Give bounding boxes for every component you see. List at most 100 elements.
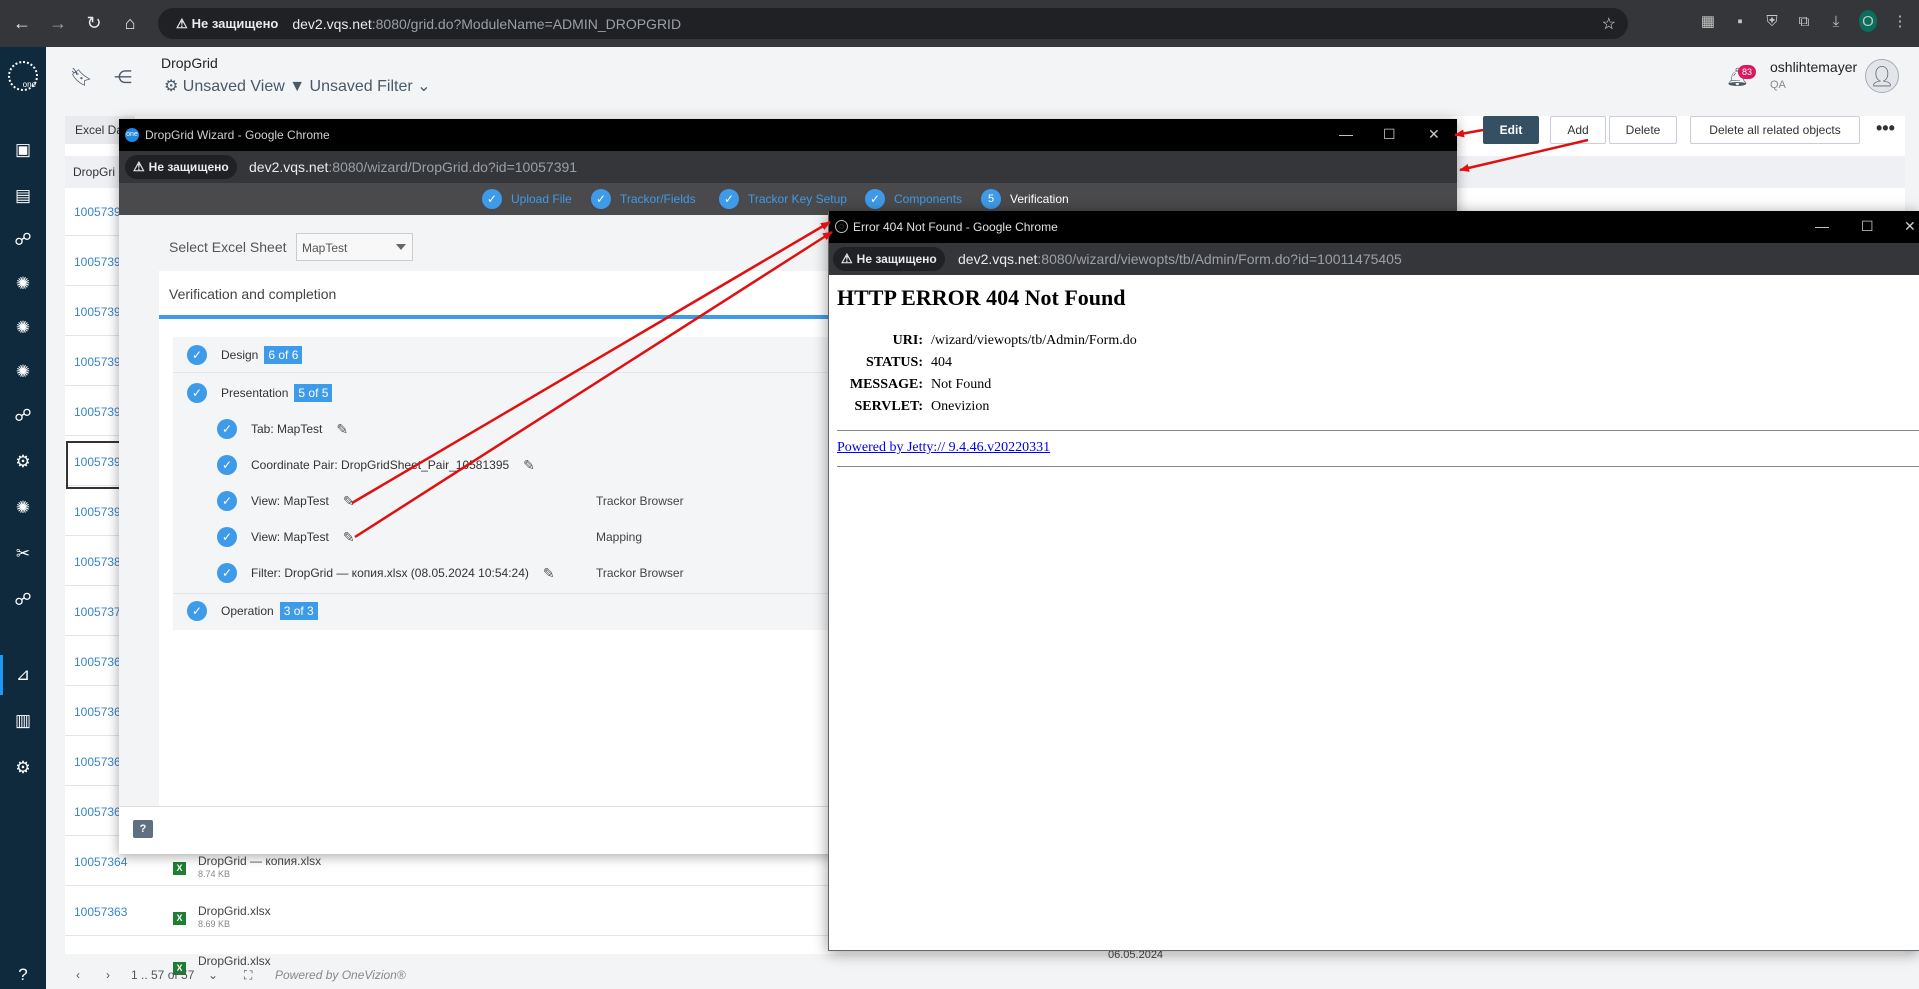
security-chip[interactable]: ⚠ Не защищено [833, 247, 945, 271]
view-item[interactable]: ✓ View: MapTest ✎ [217, 491, 355, 511]
minimize-icon[interactable]: — [1339, 126, 1353, 142]
row-id-link[interactable]: 1005739 [74, 505, 121, 519]
row-id-link[interactable]: 1005739 [74, 205, 121, 219]
chevron-down-icon[interactable]: ⌄ [208, 968, 218, 982]
browser-menu-icon[interactable]: ⋮ [1891, 12, 1909, 30]
step-verification[interactable]: 5 Verification [981, 189, 1069, 209]
view-item[interactable]: ✓ View: MapTest ✎ [217, 527, 355, 547]
edit-pencil-icon[interactable]: ✎ [543, 565, 555, 582]
help-question-icon[interactable]: ? [133, 820, 153, 838]
step-upload-file[interactable]: ✓ Upload File [482, 189, 572, 209]
help-icon[interactable]: ? [11, 964, 35, 986]
maximize-icon[interactable]: ☐ [1861, 218, 1874, 235]
bug-icon-4[interactable]: ✺ [11, 497, 35, 519]
extension-shield-icon[interactable]: ⛨ [1763, 13, 1781, 30]
more-options-icon[interactable]: ••• [1876, 118, 1895, 139]
close-icon[interactable]: ✕ [1904, 218, 1916, 235]
step-trackor-fields[interactable]: ✓ Trackor/Fields [591, 189, 696, 209]
column-header-dropgrid[interactable]: DropGri [73, 165, 115, 179]
row-id-link[interactable]: 1005738 [74, 555, 121, 569]
extension-grid-icon[interactable]: ▦ [1699, 12, 1717, 30]
address-bar[interactable]: ⚠ Не защищено dev2.vqs.net:8080/grid.do?… [158, 8, 1628, 39]
user-name[interactable]: oshlihtemayer [1770, 59, 1857, 75]
satellite-icon-3[interactable]: ☍ [11, 589, 35, 611]
edit-pencil-icon[interactable]: ✎ [336, 421, 348, 438]
prev-page-icon[interactable]: ‹ [76, 968, 80, 982]
next-page-icon[interactable]: › [106, 968, 110, 982]
row-id-link[interactable]: 1005739 [74, 305, 121, 319]
view-filter-selector[interactable]: ⚙ Unsaved View ▼ Unsaved Filter ⌄ [164, 76, 431, 96]
row-id-link[interactable]: 1005736 [74, 755, 121, 769]
row-id-link[interactable]: 1005739 [74, 255, 121, 269]
error-url[interactable]: dev2.vqs.net:8080/wizard/viewopts/tb/Adm… [958, 251, 1402, 267]
coordinate-pair-item[interactable]: ✓ Coordinate Pair: DropGridSheet_Pair_105… [217, 455, 535, 475]
onevizion-logo[interactable]: one [8, 61, 38, 91]
delete-button[interactable]: Delete [1609, 116, 1677, 144]
user-avatar[interactable]: 👤︎ [1865, 59, 1899, 93]
reload-icon[interactable]: ↻ [80, 10, 108, 38]
view-label[interactable]: Unsaved View [183, 78, 285, 95]
chevron-down-icon[interactable]: ⌄ [417, 78, 430, 95]
wizard-url[interactable]: dev2.vqs.net:8080/wizard/DropGrid.do?id=… [249, 159, 577, 175]
download-icon[interactable]: ⤓ [1827, 13, 1845, 30]
design-item[interactable]: ✓ Design 6 of 6 [187, 345, 303, 365]
file-name[interactable]: DropGrid — копия.xlsx [198, 854, 321, 868]
security-chip[interactable]: ⚠ Не защищено [125, 155, 237, 179]
satellite-icon[interactable]: ☍ [11, 229, 35, 251]
security-chip[interactable]: ⚠ Не защищено [168, 12, 286, 36]
extension-dots-icon[interactable]: ▪ [1731, 13, 1749, 30]
delete-related-button[interactable]: Delete all related objects [1690, 116, 1860, 144]
profile-avatar[interactable]: O [1859, 10, 1877, 32]
filter-item[interactable]: ✓ Filter: DropGrid — копия.xlsx (08.05.20… [217, 563, 555, 583]
satellite-icon-2[interactable]: ☍ [11, 405, 35, 427]
step-trackor-key-setup[interactable]: ✓ Trackor Key Setup [719, 189, 847, 209]
extensions-puzzle-icon[interactable]: ⧉ [1795, 13, 1813, 30]
wrench-icon[interactable]: ✂ [11, 543, 35, 565]
book-icon[interactable]: ▣ [11, 139, 35, 161]
notifications-badge: 83 [1738, 65, 1757, 79]
row-id-link[interactable]: 10057363 [74, 905, 127, 919]
home-icon[interactable]: ⌂ [116, 10, 144, 38]
page-range[interactable]: 1 .. 57 of 57 [131, 968, 194, 982]
sheet-select[interactable]: MapTest [296, 233, 413, 261]
check-icon: ✓ [865, 189, 885, 209]
url-text[interactable]: dev2.vqs.net:8080/grid.do?ModuleName=ADM… [292, 16, 681, 32]
maximize-icon[interactable]: ☐ [1383, 126, 1396, 143]
row-id-link[interactable]: 1005736 [74, 655, 121, 669]
close-icon[interactable]: ✕ [1428, 126, 1440, 143]
edit-pencil-icon[interactable]: ✎ [523, 457, 535, 474]
edit-pencil-icon[interactable]: ✎ [343, 529, 355, 546]
row-id-link[interactable]: 1005739 [74, 405, 121, 419]
edit-button[interactable]: Edit [1483, 116, 1539, 144]
bookmark-star-icon[interactable]: ☆ [1602, 14, 1616, 34]
row-id-link[interactable]: 1005739 [74, 355, 121, 369]
report-icon[interactable]: ▥ [11, 710, 35, 732]
row-id-link[interactable]: 1005737 [74, 605, 121, 619]
row-id-link[interactable]: 1005736 [74, 705, 121, 719]
back-icon[interactable]: ← [8, 10, 36, 38]
step-components[interactable]: ✓ Components [865, 189, 962, 209]
network-icon[interactable]: ⚙ [11, 451, 35, 473]
jetty-link[interactable]: Powered by Jetty:// 9.4.46.v20220331 [837, 440, 1050, 456]
settings-icon[interactable]: ⚙ [11, 757, 35, 779]
share-icon[interactable]: ⋲ [114, 67, 132, 88]
edit-pencil-icon[interactable]: ✎ [343, 493, 355, 510]
minimize-icon[interactable]: — [1815, 218, 1829, 234]
check-icon: ✓ [217, 527, 237, 547]
filter-label[interactable]: Unsaved Filter [310, 78, 413, 95]
tab-item[interactable]: ✓ Tab: MapTest ✎ [217, 419, 348, 439]
bookmark-icon[interactable]: 🔖︎ [70, 67, 93, 88]
bug-icon-3[interactable]: ✺ [11, 361, 35, 383]
chart-icon[interactable]: ⊿ [11, 664, 35, 686]
add-button[interactable]: Add [1550, 116, 1606, 144]
presentation-item[interactable]: ✓ Presentation 5 of 5 [187, 383, 333, 403]
file-name[interactable]: DropGrid.xlsx [198, 904, 271, 918]
bug-icon-2[interactable]: ✺ [11, 317, 35, 339]
bug-icon[interactable]: ✺ [11, 273, 35, 295]
row-id-link[interactable]: 10057364 [74, 855, 127, 869]
fullscreen-icon[interactable]: ⛶ [244, 968, 252, 983]
operation-item[interactable]: ✓ Operation 3 of 3 [187, 601, 318, 621]
archive-icon[interactable]: ▤ [11, 185, 35, 207]
forward-icon[interactable]: → [44, 10, 72, 38]
row-id-link[interactable]: 1005736 [74, 805, 121, 819]
